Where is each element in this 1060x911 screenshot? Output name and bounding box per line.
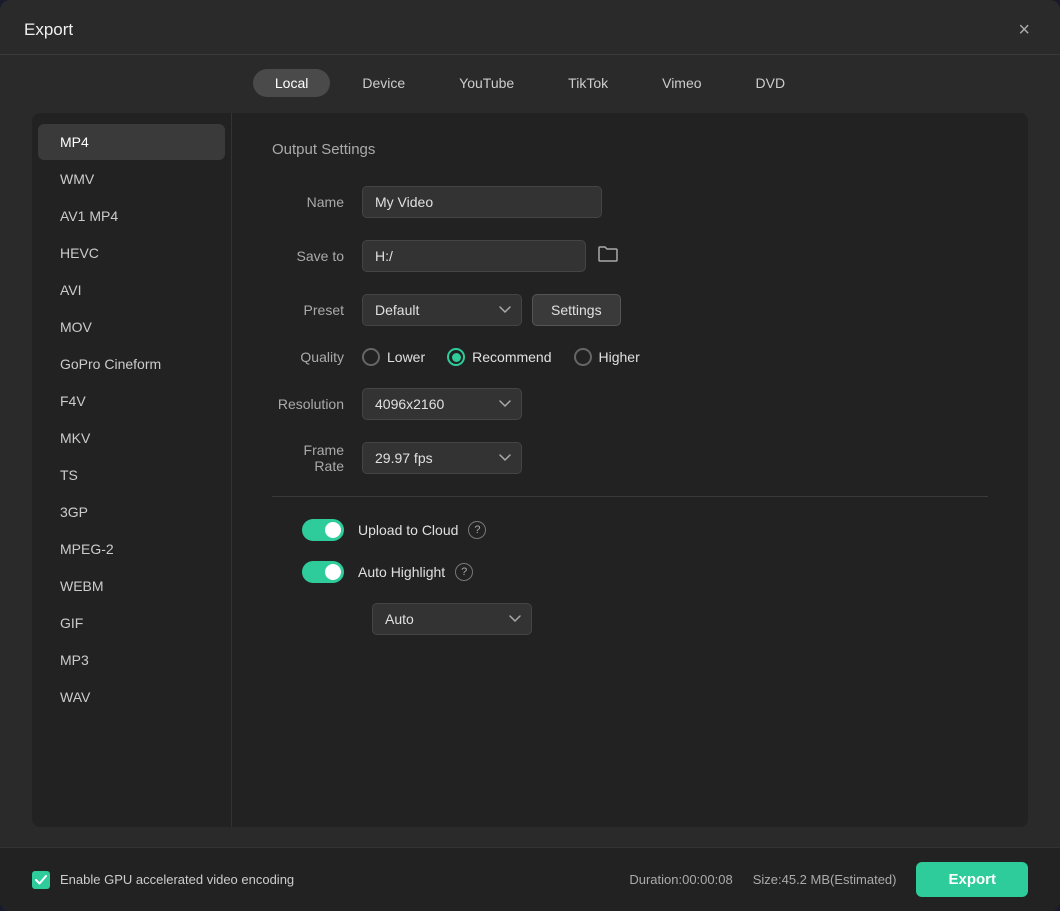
- quality-higher-radio[interactable]: [574, 348, 592, 366]
- quality-recommend-label: Recommend: [472, 349, 551, 365]
- saveto-label: Save to: [272, 248, 362, 264]
- sidebar-item-gif[interactable]: GIF: [38, 605, 225, 641]
- tab-dvd[interactable]: DVD: [734, 69, 808, 97]
- sidebar-item-mp4[interactable]: MP4: [38, 124, 225, 160]
- export-dialog: Export × Local Device YouTube TikTok Vim…: [0, 0, 1060, 911]
- upload-cloud-toggle[interactable]: [302, 519, 344, 541]
- sidebar-item-mkv[interactable]: MKV: [38, 420, 225, 456]
- auto-highlight-label: Auto Highlight: [358, 564, 445, 580]
- upload-cloud-thumb: [325, 522, 341, 538]
- framerate-label: Frame Rate: [272, 442, 362, 474]
- quality-higher-option[interactable]: Higher: [574, 348, 640, 366]
- content-area: MP4 WMV AV1 MP4 HEVC AVI MOV GoPro Cinef…: [32, 113, 1028, 827]
- export-button[interactable]: Export: [916, 862, 1028, 897]
- sidebar-item-3gp[interactable]: 3GP: [38, 494, 225, 530]
- gpu-label: Enable GPU accelerated video encoding: [60, 872, 294, 887]
- sidebar-item-hevc[interactable]: HEVC: [38, 235, 225, 271]
- auto-highlight-toggle[interactable]: [302, 561, 344, 583]
- resolution-select[interactable]: 4096x2160 1920x1080 1280x720 3840x2160: [362, 388, 522, 420]
- size-info: Size:45.2 MB(Estimated): [753, 872, 897, 887]
- sidebar-item-webm[interactable]: WEBM: [38, 568, 225, 604]
- resolution-row: Resolution 4096x2160 1920x1080 1280x720 …: [272, 388, 988, 420]
- output-section-title: Output Settings: [272, 141, 988, 158]
- sidebar-item-ts[interactable]: TS: [38, 457, 225, 493]
- dialog-footer: Enable GPU accelerated video encoding Du…: [0, 847, 1060, 911]
- tab-vimeo[interactable]: Vimeo: [640, 69, 723, 97]
- tab-device[interactable]: Device: [340, 69, 427, 97]
- auto-select[interactable]: Auto Manual: [372, 603, 532, 635]
- output-settings-panel: Output Settings Name Save to: [232, 113, 1028, 827]
- quality-lower-option[interactable]: Lower: [362, 348, 425, 366]
- sidebar-item-av1mp4[interactable]: AV1 MP4: [38, 198, 225, 234]
- sidebar-item-mpeg2[interactable]: MPEG-2: [38, 531, 225, 567]
- saveto-input[interactable]: [362, 240, 586, 272]
- preset-controls: Default Custom Settings: [362, 294, 988, 326]
- preset-select[interactable]: Default Custom: [362, 294, 522, 326]
- quality-options: Lower Recommend Higher: [362, 348, 988, 366]
- sidebar-item-mp3[interactable]: MP3: [38, 642, 225, 678]
- upload-cloud-row: Upload to Cloud ?: [272, 519, 988, 541]
- sidebar-item-f4v[interactable]: F4V: [38, 383, 225, 419]
- tab-bar: Local Device YouTube TikTok Vimeo DVD: [0, 55, 1060, 113]
- quality-higher-label: Higher: [599, 349, 640, 365]
- name-input[interactable]: [362, 186, 602, 218]
- framerate-select[interactable]: 29.97 fps 24 fps 30 fps 60 fps: [362, 442, 522, 474]
- quality-row: Quality Lower Recommend Higher: [272, 348, 988, 366]
- resolution-label: Resolution: [272, 396, 362, 412]
- settings-button[interactable]: Settings: [532, 294, 621, 326]
- saveto-row: Save to: [272, 240, 988, 272]
- auto-highlight-thumb: [325, 564, 341, 580]
- divider: [272, 496, 988, 497]
- sidebar-item-avi[interactable]: AVI: [38, 272, 225, 308]
- browse-folder-button[interactable]: [594, 241, 622, 272]
- preset-row: Preset Default Custom Settings: [272, 294, 988, 326]
- gpu-checkbox[interactable]: [32, 871, 50, 889]
- upload-cloud-label: Upload to Cloud: [358, 522, 458, 538]
- quality-label: Quality: [272, 349, 362, 365]
- auto-highlight-row: Auto Highlight ?: [272, 561, 988, 583]
- auto-highlight-help-icon[interactable]: ?: [455, 563, 473, 581]
- dialog-title: Export: [24, 20, 73, 40]
- tab-local[interactable]: Local: [253, 69, 330, 97]
- auto-select-row: Auto Manual: [272, 603, 988, 635]
- quality-recommend-radio[interactable]: [447, 348, 465, 366]
- quality-lower-radio[interactable]: [362, 348, 380, 366]
- tab-tiktok[interactable]: TikTok: [546, 69, 630, 97]
- sidebar-item-goprocineform[interactable]: GoPro Cineform: [38, 346, 225, 382]
- gpu-checkbox-row: Enable GPU accelerated video encoding: [32, 871, 294, 889]
- upload-cloud-help-icon[interactable]: ?: [468, 521, 486, 539]
- format-sidebar: MP4 WMV AV1 MP4 HEVC AVI MOV GoPro Cinef…: [32, 113, 232, 827]
- tab-youtube[interactable]: YouTube: [437, 69, 536, 97]
- dialog-header: Export ×: [0, 0, 1060, 55]
- duration-info: Duration:00:00:08: [629, 872, 732, 887]
- name-label: Name: [272, 194, 362, 210]
- preset-label: Preset: [272, 302, 362, 318]
- name-row: Name: [272, 186, 988, 218]
- framerate-row: Frame Rate 29.97 fps 24 fps 30 fps 60 fp…: [272, 442, 988, 474]
- sidebar-item-wav[interactable]: WAV: [38, 679, 225, 715]
- quality-recommend-option[interactable]: Recommend: [447, 348, 551, 366]
- close-button[interactable]: ×: [1012, 18, 1036, 42]
- sidebar-item-wmv[interactable]: WMV: [38, 161, 225, 197]
- path-row: [362, 240, 622, 272]
- quality-lower-label: Lower: [387, 349, 425, 365]
- sidebar-item-mov[interactable]: MOV: [38, 309, 225, 345]
